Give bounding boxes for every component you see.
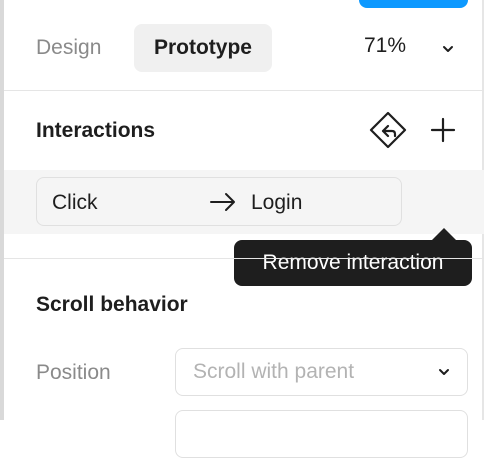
position-select-value: Scroll with parent (193, 360, 355, 383)
undo-interaction-icon[interactable] (368, 110, 408, 150)
interaction-item[interactable]: Click Login (36, 177, 402, 226)
interaction-trigger: Click (52, 191, 98, 214)
section-divider (4, 258, 484, 259)
tab-prototype[interactable]: Prototype (134, 24, 272, 72)
chevron-down-icon[interactable] (440, 41, 456, 57)
plus-icon[interactable] (423, 110, 463, 150)
scroll-behavior-title: Scroll behavior (36, 293, 188, 316)
tooltip-tail (432, 228, 456, 240)
chevron-down-icon (439, 369, 449, 375)
position-label: Position (36, 361, 111, 384)
position-select[interactable]: Scroll with parent (175, 348, 468, 396)
tooltip: Remove interaction (234, 240, 472, 286)
arrow-right-icon (210, 193, 235, 211)
zoom-level[interactable]: 71% (364, 34, 406, 58)
tab-design[interactable]: Design (36, 24, 101, 72)
section-divider (4, 90, 484, 91)
interactions-title: Interactions (36, 119, 156, 142)
interaction-destination: Login (251, 191, 303, 214)
next-select-partial[interactable] (175, 410, 468, 458)
share-button-partial[interactable] (359, 0, 468, 8)
